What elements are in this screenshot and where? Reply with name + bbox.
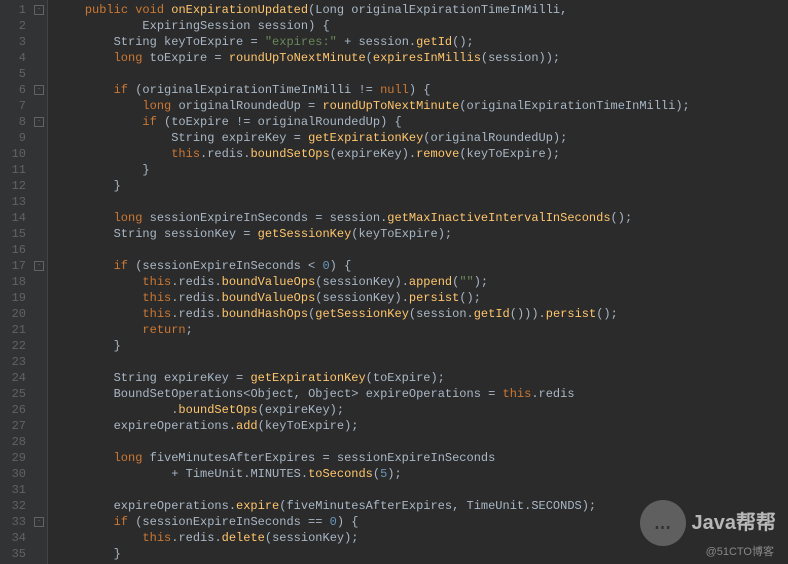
line-number: 9 (4, 130, 26, 146)
code-line[interactable]: .boundSetOps(expireKey); (56, 402, 690, 418)
code-line[interactable]: expireOperations.expire(fiveMinutesAfter… (56, 498, 690, 514)
line-number: 5 (4, 66, 26, 82)
code-line[interactable]: BoundSetOperations<Object, Object> expir… (56, 386, 690, 402)
watermark-text: Java帮帮 (692, 515, 777, 531)
line-number: 11 (4, 162, 26, 178)
line-number: 2 (4, 18, 26, 34)
code-line[interactable]: this.redis.delete(sessionKey); (56, 530, 690, 546)
line-number: 10 (4, 146, 26, 162)
code-line[interactable] (56, 434, 690, 450)
code-line[interactable]: + TimeUnit.MINUTES.toSeconds(5); (56, 466, 690, 482)
code-line[interactable]: long originalRoundedUp = roundUpToNextMi… (56, 98, 690, 114)
code-line[interactable] (56, 66, 690, 82)
code-line[interactable]: long sessionExpireInSeconds = session.ge… (56, 210, 690, 226)
code-line[interactable]: this.redis.boundHashOps(getSessionKey(se… (56, 306, 690, 322)
line-number: 1 (4, 2, 26, 18)
code-area[interactable]: public void onExpirationUpdated(Long ori… (48, 0, 690, 564)
code-line[interactable]: long toExpire = roundUpToNextMinute(expi… (56, 50, 690, 66)
line-number: 35 (4, 546, 26, 562)
line-number: 23 (4, 354, 26, 370)
code-line[interactable]: public void onExpirationUpdated(Long ori… (56, 2, 690, 18)
code-line[interactable]: if (originalExpirationTimeInMilli != nul… (56, 82, 690, 98)
code-line[interactable]: String sessionKey = getSessionKey(keyToE… (56, 226, 690, 242)
line-number-gutter: 1234567891011121314151617181920212223242… (0, 0, 32, 564)
line-number: 8 (4, 114, 26, 130)
code-line[interactable]: } (56, 338, 690, 354)
code-line[interactable]: expireOperations.add(keyToExpire); (56, 418, 690, 434)
line-number: 15 (4, 226, 26, 242)
code-line[interactable]: this.redis.boundValueOps(sessionKey).per… (56, 290, 690, 306)
line-number: 29 (4, 450, 26, 466)
line-number: 21 (4, 322, 26, 338)
line-number: 18 (4, 274, 26, 290)
line-number: 26 (4, 402, 26, 418)
code-line[interactable]: } (56, 546, 690, 562)
line-number: 27 (4, 418, 26, 434)
code-line[interactable]: String expireKey = getExpirationKey(orig… (56, 130, 690, 146)
line-number: 6 (4, 82, 26, 98)
fold-toggle-icon[interactable]: - (34, 5, 44, 15)
line-number: 34 (4, 530, 26, 546)
code-line[interactable] (56, 194, 690, 210)
fold-column: - - - - - (32, 0, 48, 564)
code-line[interactable]: if (sessionExpireInSeconds < 0) { (56, 258, 690, 274)
code-line[interactable]: String expireKey = getExpirationKey(toEx… (56, 370, 690, 386)
code-editor: 1234567891011121314151617181920212223242… (0, 0, 788, 564)
line-number: 4 (4, 50, 26, 66)
code-line[interactable] (56, 482, 690, 498)
watermark: … Java帮帮 (640, 500, 777, 546)
line-number: 28 (4, 434, 26, 450)
fold-toggle-icon[interactable]: - (34, 517, 44, 527)
line-number: 12 (4, 178, 26, 194)
fold-toggle-icon[interactable]: - (34, 117, 44, 127)
code-line[interactable]: ExpiringSession session) { (56, 18, 690, 34)
line-number: 32 (4, 498, 26, 514)
code-line[interactable] (56, 242, 690, 258)
code-line[interactable]: } (56, 162, 690, 178)
code-line[interactable]: this.redis.boundValueOps(sessionKey).app… (56, 274, 690, 290)
watermark-sub: @51CTO博客 (706, 544, 774, 560)
line-number: 7 (4, 98, 26, 114)
code-line[interactable]: long fiveMinutesAfterExpires = sessionEx… (56, 450, 690, 466)
code-line[interactable]: return; (56, 322, 690, 338)
code-line[interactable]: String keyToExpire = "expires:" + sessio… (56, 34, 690, 50)
line-number: 20 (4, 306, 26, 322)
code-line[interactable]: if (toExpire != originalRoundedUp) { (56, 114, 690, 130)
wechat-icon: … (640, 500, 686, 546)
line-number: 30 (4, 466, 26, 482)
line-number: 3 (4, 34, 26, 50)
fold-toggle-icon[interactable]: - (34, 261, 44, 271)
code-line[interactable]: if (sessionExpireInSeconds == 0) { (56, 514, 690, 530)
line-number: 31 (4, 482, 26, 498)
line-number: 13 (4, 194, 26, 210)
code-line[interactable]: } (56, 178, 690, 194)
line-number: 24 (4, 370, 26, 386)
fold-toggle-icon[interactable]: - (34, 85, 44, 95)
line-number: 14 (4, 210, 26, 226)
line-number: 19 (4, 290, 26, 306)
line-number: 25 (4, 386, 26, 402)
line-number: 33 (4, 514, 26, 530)
line-number: 22 (4, 338, 26, 354)
line-number: 16 (4, 242, 26, 258)
code-line[interactable]: this.redis.boundSetOps(expireKey).remove… (56, 146, 690, 162)
code-line[interactable] (56, 354, 690, 370)
line-number: 17 (4, 258, 26, 274)
